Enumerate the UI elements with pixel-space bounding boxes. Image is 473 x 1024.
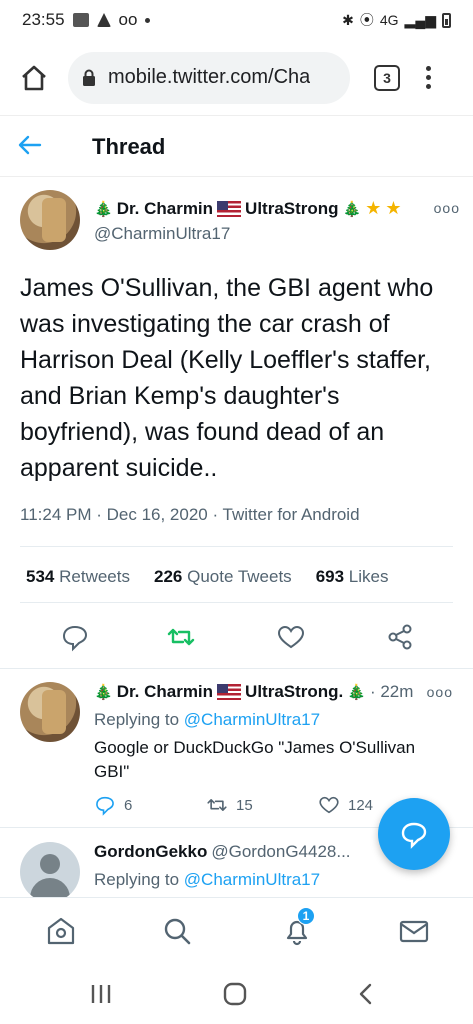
tweet-timestamp[interactable]: 11:24 PM · Dec 16, 2020 · Twitter for An… [20,505,360,525]
avatar[interactable] [20,842,80,898]
tweet-more-button[interactable]: ooo [427,684,453,700]
tab-switcher-button[interactable]: 3 [374,64,400,91]
reply-icon [96,796,114,816]
reply-button[interactable]: 6 [94,794,206,816]
divider [20,602,453,603]
signal-icon: ▂▄▆ [404,11,436,28]
navigation-arrow-icon [96,13,111,27]
star-icon: ★ [365,198,382,218]
network-type-label: 4G [379,12,399,28]
home-icon [22,65,46,90]
reply-author-name[interactable]: GordonGekko @GordonG4428... [94,842,351,862]
notification-badge: 1 [297,907,315,925]
tweet-more-button[interactable]: ooo [434,200,460,216]
us-flag-icon [217,684,242,700]
retweets-stat[interactable]: 534 Retweets [26,567,130,587]
recent-apps-icon[interactable] [88,983,114,1005]
like-icon [319,796,339,814]
system-home-icon[interactable] [222,981,248,1007]
more-notifications-dot-icon [145,17,151,23]
back-button[interactable] [18,131,58,162]
lock-icon [83,69,95,86]
menu-dot-icon [426,84,431,89]
reply-author-handle: @GordonG4428... [211,842,351,861]
browser-toolbar: mobile.twitter.com/Cha 3 [0,40,473,116]
share-icon[interactable] [385,622,415,652]
reply-icon[interactable] [60,622,90,652]
reply-count: 6 [124,796,133,814]
url-text: mobile.twitter.com/Cha [108,66,311,88]
us-flag-icon [217,200,242,217]
star-icon: ★ [385,198,402,218]
compose-reply-button[interactable] [378,798,450,870]
search-icon[interactable] [160,914,194,948]
retweet-icon [207,799,227,811]
replying-to: Replying to @CharminUltra17 [94,710,321,729]
tweet-stats: 534 Retweets 226 Quote Tweets 693 Likes [26,567,388,587]
christmas-tree-icon: 🎄 [94,684,113,701]
bluetooth-icon: ✱ [342,11,354,28]
tweet-actions [0,622,473,658]
replying-to-link[interactable]: @CharminUltra17 [184,870,320,889]
address-bar[interactable]: mobile.twitter.com/Cha [68,51,350,104]
battery-icon [442,12,451,28]
back-arrow-icon [18,135,42,155]
replying-to-link[interactable]: @CharminUltra17 [184,710,320,729]
page-title: Thread [92,133,166,159]
author-handle[interactable]: @CharminUltra17 [94,224,230,244]
thread-header: Thread [0,117,473,177]
system-navigation-bar [0,963,473,1024]
reply-author-name[interactable]: 🎄 Dr. Charmin UltraStrong. 🎄 · 22m [94,682,413,702]
christmas-tree-icon: 🎄 [94,200,113,218]
like-count: 124 [348,796,374,814]
replying-to: Replying to @CharminUltra17 [94,870,321,889]
retweet-button[interactable]: 15 [206,794,318,816]
likes-stat[interactable]: 693 Likes [316,567,389,587]
home-button[interactable] [14,58,54,98]
reply-time: · 22m [369,682,414,701]
retweet-icon[interactable] [166,622,196,652]
reply-text: Google or DuckDuckGo "James O'Sullivan G… [94,738,416,781]
status-bar: 23:55 oo ✱ ⦿ 4G ▂▄▆ [0,0,473,40]
location-icon: ⦿ [359,12,374,28]
avatar[interactable] [20,682,80,742]
home-icon[interactable] [44,914,78,948]
notification-text: oo [118,10,138,29]
quote-tweets-stat[interactable]: 226 Quote Tweets [154,567,292,587]
status-time: 23:55 [22,10,65,29]
notification-app-icon [72,13,89,27]
system-back-icon[interactable] [356,983,376,1005]
compose-bubble-icon [401,822,427,849]
avatar[interactable] [20,190,80,250]
tweet-text: James O'Sullivan, the GBI agent who was … [20,274,434,482]
menu-dot-icon [426,66,431,71]
author-name[interactable]: 🎄 Dr. Charmin UltraStrong 🎄 ★ ★ [94,198,402,219]
christmas-tree-icon: 🎄 [347,684,366,701]
retweet-count: 15 [236,796,253,814]
browser-menu-button[interactable] [426,66,431,89]
messages-envelope-icon[interactable] [397,914,431,948]
divider [20,546,453,547]
reply-actions: 6 15 124 [94,794,430,816]
tweet-author-header: 🎄 Dr. Charmin UltraStrong 🎄 ★ ★ @Charmin… [20,190,460,260]
bottom-navigation [0,897,473,963]
christmas-tree-icon: 🎄 [342,200,362,218]
like-icon[interactable] [276,622,306,652]
menu-dot-icon [426,75,431,80]
